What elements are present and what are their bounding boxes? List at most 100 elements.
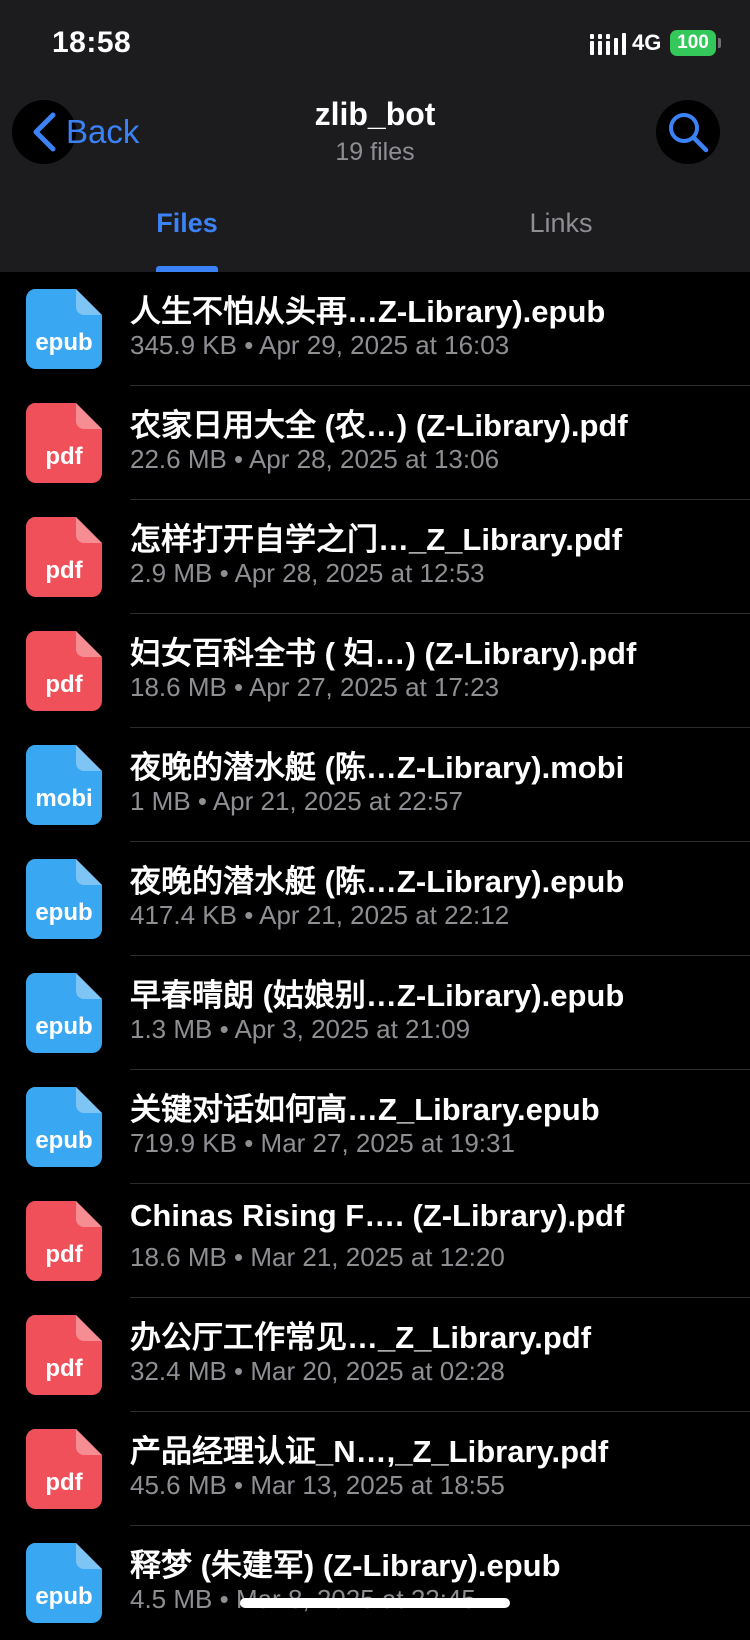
file-row[interactable]: pdf 怎样打开自学之门…_Z_Library.pdf 2.9 MB • Apr 2… xyxy=(0,500,750,614)
search-icon xyxy=(669,113,709,153)
file-extension-label: mobi xyxy=(35,785,93,812)
file-row[interactable]: pdf Chinas Rising F…. (Z-Library).pdf 18.6… xyxy=(0,1184,750,1298)
file-name: 妇女百科全书 ( 妇…) (Z-Library).pdf xyxy=(130,636,637,671)
file-size: 417.4 KB xyxy=(130,900,237,930)
file-date: Apr 21, 2025 at 22:57 xyxy=(212,786,463,816)
file-size: 2.9 MB xyxy=(130,558,213,588)
battery-cap xyxy=(718,38,721,48)
navigation-bar: Back zlib_bot 19 files xyxy=(0,90,750,190)
signal-strength-icon xyxy=(590,33,626,55)
file-name: 怎样打开自学之门…_Z_Library.pdf xyxy=(130,522,623,557)
file-name: 农家日用大全 (农…) (Z-Library).pdf xyxy=(130,408,628,443)
file-name: 人生不怕从头再…Z-Library).epub xyxy=(130,294,606,329)
mobi-file-icon: mobi xyxy=(24,745,104,825)
file-row[interactable]: epub 早春晴朗 (姑娘别…Z-Library).epub 1.3 MB • Ap… xyxy=(0,956,750,1070)
file-meta: 1 MB • Apr 21, 2025 at 22:57 xyxy=(130,786,463,817)
network-type: 4G xyxy=(632,30,662,55)
file-name: 产品经理认证_N…,_Z_Library.pdf xyxy=(130,1434,609,1469)
header-area: 18:58 4G 100 Back zlib_bot 19 files File… xyxy=(0,0,750,272)
file-extension-label: pdf xyxy=(45,557,83,584)
epub-file-icon: epub xyxy=(24,859,104,939)
file-meta: 719.9 KB • Mar 27, 2025 at 19:31 xyxy=(130,1128,515,1159)
file-date: Mar 20, 2025 at 02:28 xyxy=(250,1356,505,1386)
file-extension-label: pdf xyxy=(45,1241,83,1268)
file-date: Mar 21, 2025 at 12:20 xyxy=(250,1242,505,1272)
file-date: Mar 27, 2025 at 19:31 xyxy=(260,1128,515,1158)
file-size: 18.6 MB xyxy=(130,672,227,702)
file-row[interactable]: mobi 夜晚的潜水艇 (陈…Z-Library).mobi 1 MB • Apr … xyxy=(0,728,750,842)
file-meta: 22.6 MB • Apr 28, 2025 at 13:06 xyxy=(130,444,499,475)
file-meta: 18.6 MB • Apr 27, 2025 at 17:23 xyxy=(130,672,499,703)
file-extension-label: epub xyxy=(35,1127,93,1154)
file-meta: 32.4 MB • Mar 20, 2025 at 02:28 xyxy=(130,1356,505,1387)
file-name: Chinas Rising F…. (Z-Library).pdf xyxy=(130,1198,625,1233)
file-name: 早春晴朗 (姑娘别…Z-Library).epub xyxy=(130,978,625,1013)
pdf-file-icon: pdf xyxy=(24,1429,104,1509)
epub-file-icon: epub xyxy=(24,1087,104,1167)
file-date: Apr 21, 2025 at 22:12 xyxy=(259,900,510,930)
file-row[interactable]: epub 夜晚的潜水艇 (陈…Z-Library).epub 417.4 KB • … xyxy=(0,842,750,956)
file-date: Apr 28, 2025 at 12:53 xyxy=(234,558,485,588)
file-name: 夜晚的潜水艇 (陈…Z-Library).epub xyxy=(130,864,625,899)
file-extension-label: pdf xyxy=(45,443,83,470)
file-size: 1.3 MB xyxy=(130,1014,213,1044)
file-row[interactable]: pdf 办公厅工作常见…_Z_Library.pdf 32.4 MB • Mar 2… xyxy=(0,1298,750,1412)
file-row[interactable]: pdf 产品经理认证_N…,_Z_Library.pdf 45.6 MB • Mar… xyxy=(0,1412,750,1526)
page-title: zlib_bot xyxy=(314,96,436,132)
search-button[interactable] xyxy=(656,100,720,164)
file-meta: 2.9 MB • Apr 28, 2025 at 12:53 xyxy=(130,558,485,589)
separator-dot: • xyxy=(226,1470,251,1500)
file-extension-label: pdf xyxy=(45,1355,83,1382)
separator-dot: • xyxy=(236,900,260,930)
file-extension-label: epub xyxy=(35,1583,93,1610)
file-meta: 345.9 KB • Apr 29, 2025 at 16:03 xyxy=(130,330,509,361)
file-name: 夜晚的潜水艇 (陈…Z-Library).mobi xyxy=(130,750,625,785)
file-extension-label: epub xyxy=(35,329,93,356)
epub-file-icon: epub xyxy=(24,1543,104,1623)
file-size: 18.6 MB xyxy=(130,1242,227,1272)
separator-dot: • xyxy=(212,558,235,588)
file-size: 1 MB xyxy=(130,786,191,816)
file-meta: 18.6 MB • Mar 21, 2025 at 12:20 xyxy=(130,1242,505,1273)
file-size: 4.5 MB xyxy=(130,1584,213,1614)
file-meta: 417.4 KB • Apr 21, 2025 at 22:12 xyxy=(130,900,509,931)
file-row[interactable]: epub 人生不怕从头再…Z-Library).epub 345.9 KB • Ap… xyxy=(0,272,750,386)
pdf-file-icon: pdf xyxy=(24,403,104,483)
separator-dot: • xyxy=(226,1242,251,1272)
file-count: 19 files xyxy=(335,138,415,166)
separator-dot: • xyxy=(212,1014,235,1044)
epub-file-icon: epub xyxy=(24,973,104,1053)
tab-links[interactable]: Links xyxy=(374,208,748,239)
file-name: 办公厅工作常见…_Z_Library.pdf xyxy=(130,1320,592,1355)
pdf-file-icon: pdf xyxy=(24,1315,104,1395)
file-size: 22.6 MB xyxy=(130,444,227,474)
file-date: Apr 29, 2025 at 16:03 xyxy=(259,330,510,360)
epub-file-icon: epub xyxy=(24,289,104,369)
file-name: 关键对话如何高…Z_Library.epub xyxy=(130,1092,600,1127)
file-extension-label: epub xyxy=(35,899,93,926)
file-size: 45.6 MB xyxy=(130,1470,227,1500)
file-row[interactable]: epub 关键对话如何高…Z_Library.epub 719.9 KB • Mar… xyxy=(0,1070,750,1184)
file-row[interactable]: pdf 农家日用大全 (农…) (Z-Library).pdf 22.6 MB • … xyxy=(0,386,750,500)
separator-dot: • xyxy=(226,444,249,474)
separator-dot: • xyxy=(226,672,249,702)
file-row[interactable]: pdf 妇女百科全书 ( 妇…) (Z-Library).pdf 18.6 MB •… xyxy=(0,614,750,728)
status-bar: 18:58 4G 100 xyxy=(0,0,750,90)
home-indicator[interactable] xyxy=(240,1598,510,1608)
tab-bar: Files Links xyxy=(0,190,750,272)
tab-files[interactable]: Files xyxy=(0,208,374,239)
separator-dot: • xyxy=(236,1128,261,1158)
file-extension-label: pdf xyxy=(45,671,83,698)
pdf-file-icon: pdf xyxy=(24,517,104,597)
file-date: Apr 27, 2025 at 17:23 xyxy=(248,672,500,702)
file-size: 719.9 KB xyxy=(130,1128,237,1158)
file-date: Mar 13, 2025 at 18:55 xyxy=(250,1470,505,1500)
file-meta: 45.6 MB • Mar 13, 2025 at 18:55 xyxy=(130,1470,505,1501)
file-date: Apr 28, 2025 at 13:06 xyxy=(248,444,500,474)
file-date: Apr 3, 2025 at 21:09 xyxy=(234,1014,471,1044)
file-name: 释梦 (朱建军) (Z-Library).epub xyxy=(130,1548,561,1583)
status-time: 18:58 xyxy=(52,26,132,59)
file-row[interactable]: epub释梦 (朱建军) (Z-Library).epub4.5 MB • Ma… xyxy=(0,1526,750,1640)
pdf-file-icon: pdf xyxy=(24,631,104,711)
file-size: 32.4 MB xyxy=(130,1356,227,1386)
